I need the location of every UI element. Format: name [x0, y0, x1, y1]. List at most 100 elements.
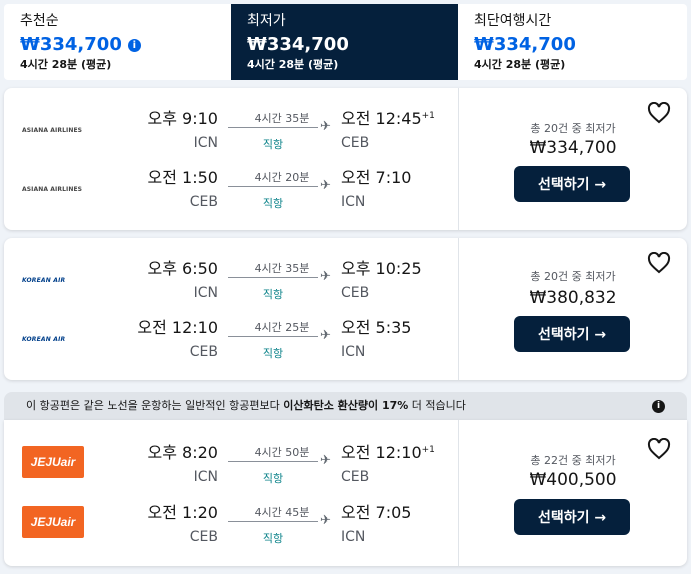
arrival-time-row: 오전 12:45+1	[341, 108, 435, 130]
arrival-time: 오전 7:10	[341, 168, 412, 187]
eco-highlight: 이산화탄소 환산량이 17%	[283, 399, 409, 412]
route-line	[228, 336, 318, 337]
airline-logo: ASIANA AIRLINES	[22, 181, 82, 197]
stops: 직항	[262, 532, 284, 545]
plane-icon: ✈	[320, 513, 331, 528]
route-line	[228, 186, 318, 187]
result-card[interactable]: ASIANA AIRLINES 오후 9:10 ICN 4시간 35분 ✈ 직항…	[4, 88, 687, 230]
route-line	[228, 127, 318, 128]
card-legs: KOREAN AIR 오후 6:50 ICN 4시간 35분 ✈ 직항 오후 1…	[4, 238, 458, 380]
info-icon[interactable]: i	[652, 400, 665, 413]
card-legs: JEJUair 오후 8:20 ICN 4시간 50분 ✈ 직항 오전 12:1…	[4, 420, 458, 566]
arrival: 오전 7:05 ICN	[341, 502, 411, 548]
tab-best[interactable]: 추천순 ₩334,700 i 4시간 28분 (평균)	[4, 4, 231, 80]
stops: 직항	[262, 288, 284, 301]
price: ₩334,700	[529, 138, 617, 158]
tab-cheapest[interactable]: 최저가 ₩334,700 4시간 28분 (평균)	[231, 4, 458, 80]
arrival: 오전 7:10 ICN	[341, 167, 411, 213]
arrival-time-row: 오전 5:35	[341, 317, 411, 339]
price: ₩400,500	[529, 470, 617, 490]
route-line	[228, 461, 318, 462]
departure-time: 오후 6:50	[147, 259, 218, 278]
airline-logo: JEJUair	[22, 446, 84, 478]
next-day-indicator: +1	[421, 111, 435, 121]
tab-price: ₩334,700	[474, 34, 576, 55]
arrival-time: 오전 12:10	[341, 443, 422, 462]
return-leg: ASIANA AIRLINES 오전 1:50 CEB 4시간 20분 ✈ 직항…	[4, 163, 458, 213]
departure: 오후 9:10 ICN	[148, 108, 218, 154]
deal-count: 총 20건 중 최저가	[530, 270, 616, 283]
price: ₩380,832	[529, 288, 617, 308]
result-card[interactable]: KOREAN AIR 오후 6:50 ICN 4시간 35분 ✈ 직항 오후 1…	[4, 238, 687, 380]
eco-text: 이 항공편은 같은 노선을 운항하는 일반적인 항공편보다	[26, 399, 284, 412]
arrival-time-row: 오전 7:05	[341, 502, 411, 524]
arrival-time-row: 오후 10:25	[341, 258, 422, 280]
tab-duration: 4시간 28분 (평균)	[247, 58, 339, 71]
outbound-leg: ASIANA AIRLINES 오후 9:10 ICN 4시간 35분 ✈ 직항…	[4, 104, 458, 154]
arrival-time: 오전 7:05	[341, 503, 412, 522]
airline-logo: ASIANA AIRLINES	[22, 122, 82, 138]
tab-title: 추천순	[20, 13, 59, 29]
tab-title: 최저가	[247, 13, 286, 29]
tab-duration: 4시간 28분 (평균)	[20, 58, 112, 71]
airline-logo: KOREAN AIR	[22, 331, 82, 347]
sort-tabs: 추천순 ₩334,700 i 4시간 28분 (평균) 최저가 ₩334,700…	[4, 4, 687, 80]
info-icon[interactable]: i	[127, 38, 141, 52]
departure: 오전 1:20 CEB	[148, 502, 218, 548]
tab-price: ₩334,700 i	[20, 33, 215, 57]
arrival-code: CEB	[341, 285, 370, 301]
departure-code: CEB	[189, 529, 218, 545]
outbound-leg: JEJUair 오후 8:20 ICN 4시간 50분 ✈ 직항 오전 12:1…	[4, 438, 458, 488]
departure-time: 오후 9:10	[147, 109, 218, 128]
departure-time: 오전 1:20	[147, 503, 218, 522]
departure-code: ICN	[193, 469, 218, 485]
arrival-time-row: 오전 7:10	[341, 167, 411, 189]
select-button[interactable]: 선택하기 →	[514, 316, 630, 352]
departure-time: 오전 12:10	[137, 318, 218, 337]
deal-count: 총 20건 중 최저가	[530, 122, 616, 135]
departure-time: 오전 1:50	[147, 168, 218, 187]
departure: 오후 6:50 ICN	[148, 258, 218, 304]
arrival-time-row: 오전 12:10+1	[341, 442, 435, 464]
arrival-code: CEB	[341, 135, 370, 151]
tab-title: 최단여행시간	[474, 13, 552, 29]
arrival: 오전 12:10+1 CEB	[341, 442, 435, 488]
next-day-indicator: +1	[421, 445, 435, 455]
price-panel: 총 20건 중 최저가 ₩380,832 선택하기 →	[458, 238, 687, 380]
card-legs: ASIANA AIRLINES 오후 9:10 ICN 4시간 35분 ✈ 직항…	[4, 88, 458, 230]
plane-icon: ✈	[320, 119, 331, 134]
plane-icon: ✈	[320, 453, 331, 468]
route-line	[228, 521, 318, 522]
airline-name: KOREAN AIR	[22, 335, 66, 343]
departure-code: CEB	[189, 344, 218, 360]
stops: 직항	[262, 138, 284, 151]
plane-icon: ✈	[320, 178, 331, 193]
price-panel: 총 22건 중 최저가 ₩400,500 선택하기 →	[458, 420, 687, 566]
eco-banner: 이 항공편은 같은 노선을 운항하는 일반적인 항공편보다 이산화탄소 환산량이…	[4, 392, 687, 420]
return-leg: JEJUair 오전 1:20 CEB 4시간 45분 ✈ 직항 오전 7:05…	[4, 498, 458, 548]
arrival: 오전 5:35 ICN	[341, 317, 411, 363]
plane-icon: ✈	[320, 328, 331, 343]
tab-fastest[interactable]: 최단여행시간 ₩334,700 4시간 28분 (평균)	[458, 4, 685, 80]
result-card[interactable]: JEJUair 오후 8:20 ICN 4시간 50분 ✈ 직항 오전 12:1…	[4, 420, 687, 566]
arrival-time: 오전 5:35	[341, 318, 412, 337]
airline-name: ASIANA AIRLINES	[22, 185, 83, 193]
price-panel: 총 20건 중 최저가 ₩334,700 선택하기 →	[458, 88, 687, 230]
select-button[interactable]: 선택하기 →	[514, 499, 630, 535]
arrival-code: ICN	[341, 344, 366, 360]
deal-count: 총 22건 중 최저가	[530, 454, 616, 467]
return-leg: KOREAN AIR 오전 12:10 CEB 4시간 25분 ✈ 직항 오전 …	[4, 313, 458, 363]
arrival-code: CEB	[341, 469, 370, 485]
airline-logo: KOREAN AIR	[22, 272, 82, 288]
airline-name: JEJUair	[30, 455, 76, 469]
arrival-time: 오전 12:45	[341, 109, 422, 128]
eco-text-end: 더 적습니다	[408, 399, 466, 412]
select-button[interactable]: 선택하기 →	[514, 166, 630, 202]
airline-name: ASIANA AIRLINES	[22, 126, 83, 134]
departure: 오후 8:20 ICN	[148, 442, 218, 488]
departure-time: 오후 8:20	[147, 443, 218, 462]
departure: 오전 12:10 CEB	[137, 317, 218, 363]
arrival: 오전 12:45+1 CEB	[341, 108, 435, 154]
tab-price-value: ₩334,700	[20, 34, 122, 55]
departure-code: CEB	[189, 194, 218, 210]
